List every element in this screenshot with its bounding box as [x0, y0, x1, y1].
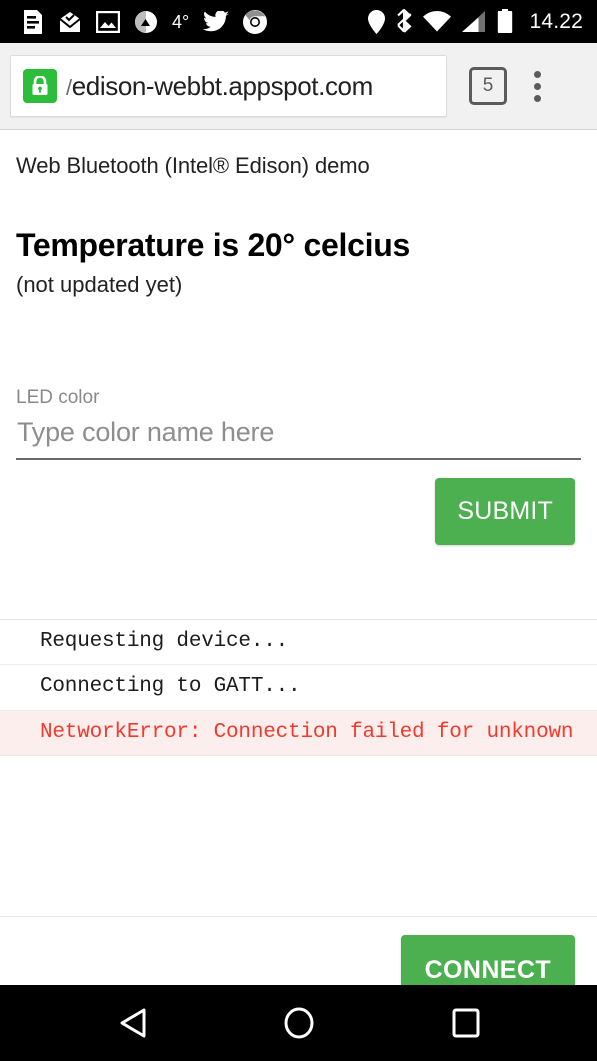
wifi-icon — [423, 10, 452, 31]
recents-square-icon — [452, 1008, 479, 1038]
android-navigation-bar — [0, 985, 597, 1061]
web-page-content: Web Bluetooth (Intel® Edison) demo Tempe… — [0, 130, 597, 985]
url-text: /edison-webbt.appspot.com — [66, 71, 373, 102]
overflow-menu-icon[interactable] — [515, 61, 559, 111]
log-output-panel: Requesting device... Connecting to GATT.… — [0, 618, 597, 757]
location-pin-icon — [368, 9, 386, 34]
chrome-icon — [243, 9, 268, 34]
news-feed-icon — [24, 9, 42, 34]
lock-icon[interactable] — [23, 69, 57, 103]
status-bar-clock: 14.22 — [529, 10, 583, 33]
connect-row: CONNECT — [0, 917, 597, 985]
log-line: Requesting device... — [0, 620, 597, 666]
submit-row: SUBMIT — [16, 477, 581, 545]
recents-button[interactable] — [426, 985, 506, 1061]
url-host: edison-webbt.appspot.com — [71, 70, 373, 101]
tab-count-label: 5 — [482, 75, 494, 96]
android-status-bar: 4° 14.22 — [0, 0, 597, 43]
bluetooth-icon — [397, 9, 412, 33]
home-button[interactable] — [259, 985, 339, 1061]
back-triangle-icon — [120, 1008, 145, 1038]
led-color-label: LED color — [16, 387, 100, 409]
phone-screen: 4° 14.22 /edison-webbt.appspot.com 5 Web… — [0, 0, 597, 1061]
temperature-status: (not updated yet) — [16, 271, 183, 297]
status-bar-notification-icons: 4° — [22, 9, 368, 34]
log-line-error: NetworkError: Connection failed for unkn… — [0, 710, 597, 757]
photo-icon — [96, 10, 120, 33]
menu-dot — [533, 82, 541, 90]
browser-toolbar: /edison-webbt.appspot.com 5 — [0, 43, 597, 130]
back-button[interactable] — [92, 985, 172, 1061]
page-main-section: Web Bluetooth (Intel® Edison) demo Tempe… — [0, 130, 597, 545]
status-bar-system-icons: 14.22 — [368, 9, 583, 34]
battery-icon — [498, 9, 513, 33]
weather-app-icon — [135, 10, 157, 33]
mail-open-icon — [59, 11, 81, 32]
cellular-signal-icon — [462, 10, 486, 32]
twitter-icon — [203, 10, 230, 31]
log-line: Connecting to GATT... — [0, 665, 597, 711]
submit-button[interactable]: SUBMIT — [435, 477, 575, 545]
menu-dot — [533, 70, 541, 78]
led-color-input[interactable] — [16, 409, 581, 460]
url-bar[interactable]: /edison-webbt.appspot.com — [10, 55, 447, 117]
page-title: Web Bluetooth (Intel® Edison) demo — [16, 153, 370, 178]
home-circle-icon — [284, 1007, 313, 1039]
led-color-field: LED color — [16, 387, 581, 460]
temperature-heading: Temperature is 20° celcius — [16, 226, 410, 263]
connect-button[interactable]: CONNECT — [400, 935, 575, 985]
menu-dot — [533, 94, 541, 102]
tab-switcher-button[interactable]: 5 — [469, 67, 507, 105]
status-bar-temperature: 4° — [172, 11, 190, 32]
